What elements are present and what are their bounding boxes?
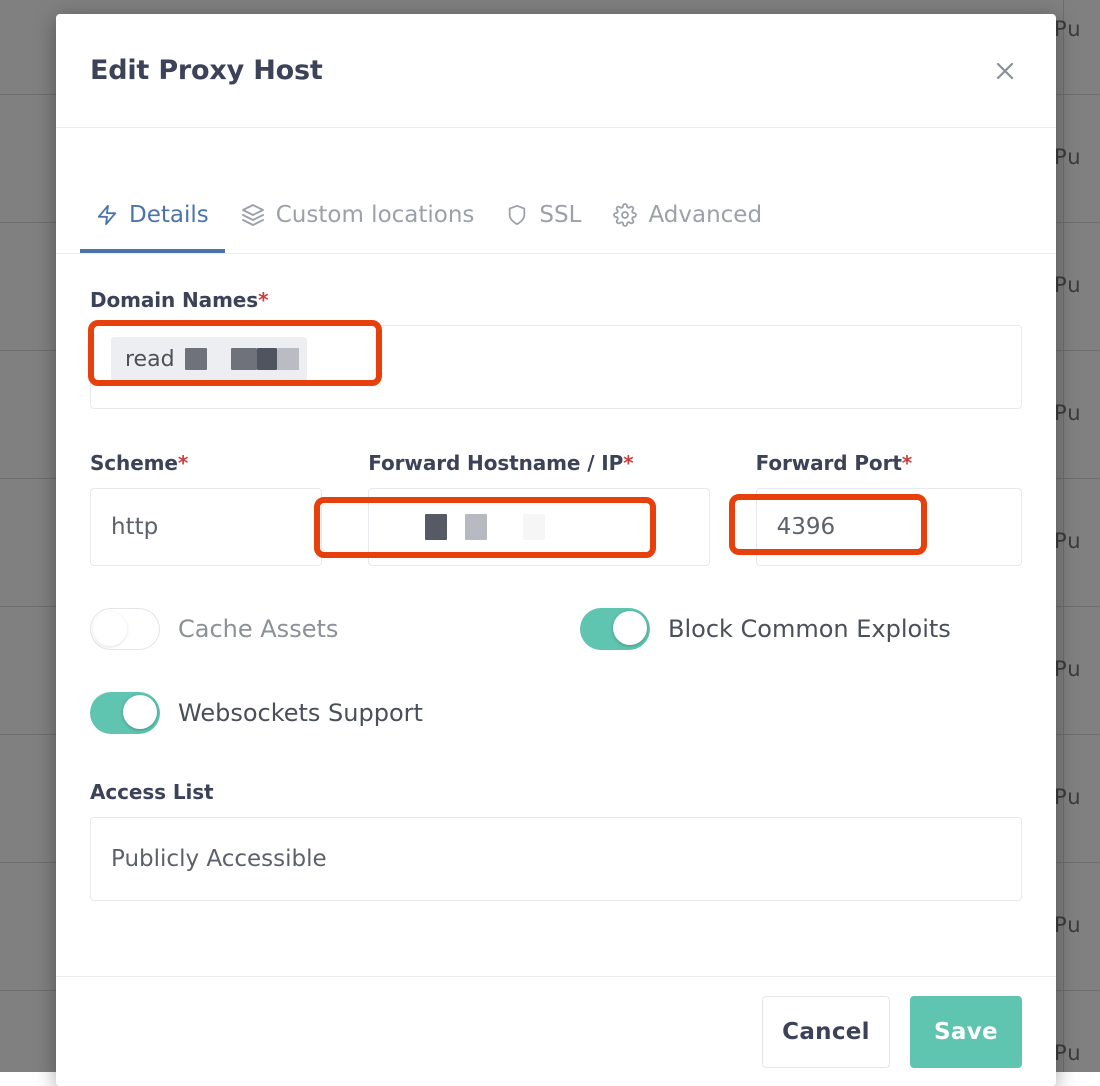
save-button[interactable]: Save: [910, 996, 1022, 1068]
redaction-block: [465, 514, 487, 540]
scheme-label: Scheme*: [90, 451, 322, 475]
toggle-switch-on-icon[interactable]: [580, 608, 650, 650]
toggle-cache-assets-label: Cache Assets: [178, 615, 338, 643]
background-cell-text: Pu: [1054, 145, 1100, 169]
toggle-cache-assets[interactable]: Cache Assets: [90, 608, 580, 650]
forward-port-value: 4396: [777, 514, 836, 540]
toggle-row-secondary: Websockets Support: [90, 692, 1022, 734]
forward-hostname-label: Forward Hostname / IP*: [368, 451, 709, 475]
scheme-field-group: Scheme* http: [90, 451, 322, 566]
domain-name-tag-label: read: [125, 347, 175, 372]
forward-hostname-input[interactable]: [368, 488, 709, 566]
tab-advanced-label: Advanced: [648, 202, 762, 228]
gear-icon: [613, 202, 637, 228]
domain-names-label: Domain Names*: [90, 288, 1022, 312]
forward-port-input[interactable]: 4396: [756, 488, 1022, 566]
scheme-input[interactable]: http: [90, 488, 322, 566]
background-cell-text: Pu: [1054, 657, 1100, 681]
tab-ssl[interactable]: SSL: [490, 128, 597, 253]
access-list-select[interactable]: Publicly Accessible: [90, 817, 1022, 901]
required-marker: *: [623, 451, 633, 475]
redaction-block: [185, 348, 207, 370]
required-marker: *: [902, 451, 912, 475]
domain-name-tag[interactable]: read: [111, 337, 307, 381]
modal-header: Edit Proxy Host: [56, 14, 1056, 128]
background-cell-text: Pu: [1054, 529, 1100, 553]
background-cell-text: Pu: [1054, 1041, 1100, 1065]
redaction-block: [257, 348, 277, 370]
toggle-knob: [93, 612, 127, 646]
redaction-block: [425, 514, 447, 540]
toggle-switch-on-icon[interactable]: [90, 692, 160, 734]
forward-port-label: Forward Port*: [756, 451, 1022, 475]
background-cell-text: Pu: [1054, 913, 1100, 937]
redaction-block: [277, 348, 299, 370]
modal-footer: Cancel Save: [56, 976, 1056, 1086]
forward-port-field-group: Forward Port* 4396: [756, 451, 1022, 566]
tab-advanced[interactable]: Advanced: [597, 128, 778, 253]
background-cell-text: Pu: [1054, 273, 1100, 297]
toggle-websockets-support-label: Websockets Support: [178, 699, 423, 727]
connection-fields-row: Scheme* http Forward Hostname / IP*: [90, 451, 1022, 566]
background-cell-text: Pu: [1054, 17, 1100, 41]
access-list-label: Access List: [90, 780, 1022, 804]
cancel-button[interactable]: Cancel: [762, 996, 890, 1068]
forward-hostname-field-group: Forward Hostname / IP*: [368, 451, 709, 566]
toggle-knob: [613, 611, 647, 645]
layers-icon: [241, 202, 265, 228]
required-marker: *: [178, 451, 188, 475]
toggle-websockets-support[interactable]: Websockets Support: [90, 692, 423, 734]
shield-icon: [506, 202, 528, 228]
background-cell-text: Pu: [1054, 401, 1100, 425]
access-list-field-group: Access List Publicly Accessible: [90, 780, 1022, 901]
toggle-block-common-exploits[interactable]: Block Common Exploits: [580, 608, 951, 650]
edit-proxy-host-modal: Edit Proxy Host Details: [56, 14, 1056, 1086]
close-icon[interactable]: [988, 54, 1022, 88]
redaction-block: [523, 514, 545, 540]
bolt-icon: [96, 202, 118, 228]
redaction-block: [231, 348, 257, 370]
modal-tabs: Details Custom locations SSL: [56, 128, 1056, 254]
tab-custom-locations-label: Custom locations: [276, 202, 475, 228]
domain-names-field-group: Domain Names* read: [90, 288, 1022, 409]
modal-body: Domain Names* read Scheme* http: [56, 254, 1056, 976]
tab-custom-locations[interactable]: Custom locations: [225, 128, 491, 253]
toggle-block-common-exploits-label: Block Common Exploits: [668, 615, 951, 643]
domain-names-input[interactable]: read: [90, 325, 1022, 409]
tab-details-label: Details: [129, 202, 209, 228]
tab-ssl-label: SSL: [539, 202, 581, 228]
scheme-value: http: [111, 514, 158, 540]
background-cell-text: Pu: [1054, 785, 1100, 809]
access-list-value: Publicly Accessible: [111, 846, 327, 872]
page-title: Edit Proxy Host: [90, 55, 988, 86]
toggle-knob: [123, 695, 157, 729]
toggle-row-primary: Cache Assets Block Common Exploits: [90, 608, 1022, 650]
toggle-switch-off-icon[interactable]: [90, 608, 160, 650]
tab-details[interactable]: Details: [80, 128, 225, 253]
required-marker: *: [258, 288, 268, 312]
